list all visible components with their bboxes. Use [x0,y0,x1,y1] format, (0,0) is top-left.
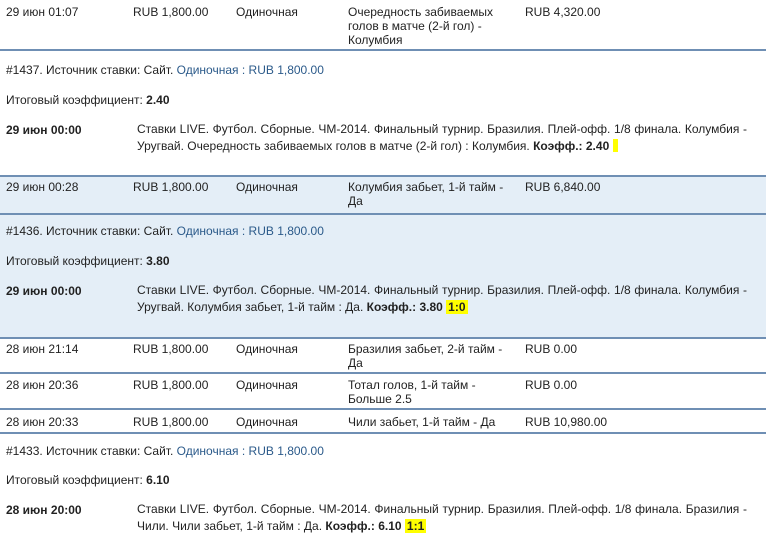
bet-winnings: RUB 10,980.00 [525,415,608,429]
bet-event: Тотал голов, 1-й тайм - Больше 2.5 [348,378,476,406]
bet-time: 28 июн 20:00 [6,503,82,517]
bet-amount: RUB 1,800.00 [133,342,209,356]
bet-source: #1437. Источник ставки: Сайт. [6,63,174,77]
bet-row[interactable]: 29 июн 01:07 RUB 1,800.00 Одиночная Очер… [0,0,766,48]
coef-text: Коэфф.: 2.40 [533,139,610,153]
row-divider [0,432,766,434]
total-coef-value: 6.10 [146,473,170,487]
bet-winnings: RUB 0.00 [525,342,578,356]
bet-amount: RUB 1,800.00 [133,5,209,19]
bet-time: 29 июн 00:00 [6,123,82,137]
bet-row[interactable]: 28 июн 21:14 RUB 1,800.00 Одиночная Браз… [0,339,766,372]
bet-description: Ставки LIVE. Футбол. Сборные. ЧМ-2014. Ф… [137,501,747,535]
bet-type: Одиночная [236,415,298,429]
bet-date: 28 июн 21:14 [6,342,79,356]
bet-source: #1436. Источник ставки: Сайт. [6,224,174,238]
bet-type: Одиночная [236,180,298,194]
bet-link[interactable]: Одиночная : RUB 1,800.00 [177,224,324,238]
bet-detail-panel: #1436. Источник ставки: Сайт. Одиночная … [0,215,766,337]
bet-time: 29 июн 00:00 [6,284,82,298]
score-highlight: 1:0 [446,300,468,314]
bet-event: Бразилия забьет, 2-й тайм - Да [348,342,503,370]
total-coef-line: Итоговый коэффициент: 6.10 [6,473,170,487]
bet-event: Чили забьет, 1-й тайм - Да [348,415,496,429]
bet-winnings: RUB 4,320.00 [525,5,601,19]
bet-source-line: #1437. Источник ставки: Сайт. Одиночная … [6,63,324,77]
bet-description: Ставки LIVE. Футбол. Сборные. ЧМ-2014. Ф… [137,282,747,316]
bet-event: Очередность забиваемых голов в матче (2-… [348,5,493,47]
total-coef-label: Итоговый коэффициент: [6,93,143,107]
bet-type: Одиночная [236,378,298,392]
total-coef-line: Итоговый коэффициент: 2.40 [6,93,170,107]
total-coef-value: 2.40 [146,93,170,107]
bet-amount: RUB 1,800.00 [133,180,209,194]
coef-text: Коэфф.: 3.80 [366,300,443,314]
bet-date: 29 июн 01:07 [6,5,79,19]
total-coef-line: Итоговый коэффициент: 3.80 [6,254,170,268]
total-coef-label: Итоговый коэффициент: [6,254,143,268]
bet-type: Одиночная [236,5,298,19]
description-text: Ставки LIVE. Футбол. Сборные. ЧМ-2014. Ф… [137,122,747,153]
bet-winnings: RUB 0.00 [525,378,578,392]
bet-winnings: RUB 6,840.00 [525,180,601,194]
bet-link[interactable]: Одиночная : RUB 1,800.00 [177,63,324,77]
bet-row[interactable]: 29 июн 00:28 RUB 1,800.00 Одиночная Колу… [0,177,766,213]
bet-amount: RUB 1,800.00 [133,415,209,429]
description-text: Ставки LIVE. Футбол. Сборные. ЧМ-2014. Ф… [137,502,747,533]
bet-source-line: #1436. Источник ставки: Сайт. Одиночная … [6,224,324,238]
bet-link[interactable]: Одиночная : RUB 1,800.00 [177,444,324,458]
bet-source-line: #1433. Источник ставки: Сайт. Одиночная … [6,444,324,458]
bet-amount: RUB 1,800.00 [133,378,209,392]
total-coef-value: 3.80 [146,254,170,268]
bet-date: 28 июн 20:36 [6,378,79,392]
bet-date: 28 июн 20:33 [6,415,79,429]
bet-description: Ставки LIVE. Футбол. Сборные. ЧМ-2014. Ф… [137,121,747,155]
bet-type: Одиночная [236,342,298,356]
bet-row[interactable]: 28 июн 20:36 RUB 1,800.00 Одиночная Тота… [0,374,766,408]
total-coef-label: Итоговый коэффициент: [6,473,143,487]
bet-event: Колумбия забьет, 1-й тайм - Да [348,180,504,208]
score-highlight: 1:1 [404,519,427,533]
highlight-marker [613,139,619,152]
row-divider [0,49,766,51]
bet-source: #1433. Источник ставки: Сайт. [6,444,174,458]
bet-row[interactable]: 28 июн 20:33 RUB 1,800.00 Одиночная Чили… [0,410,766,432]
bet-date: 29 июн 00:28 [6,180,79,194]
coef-text: Коэфф.: 6.10 [325,519,402,533]
